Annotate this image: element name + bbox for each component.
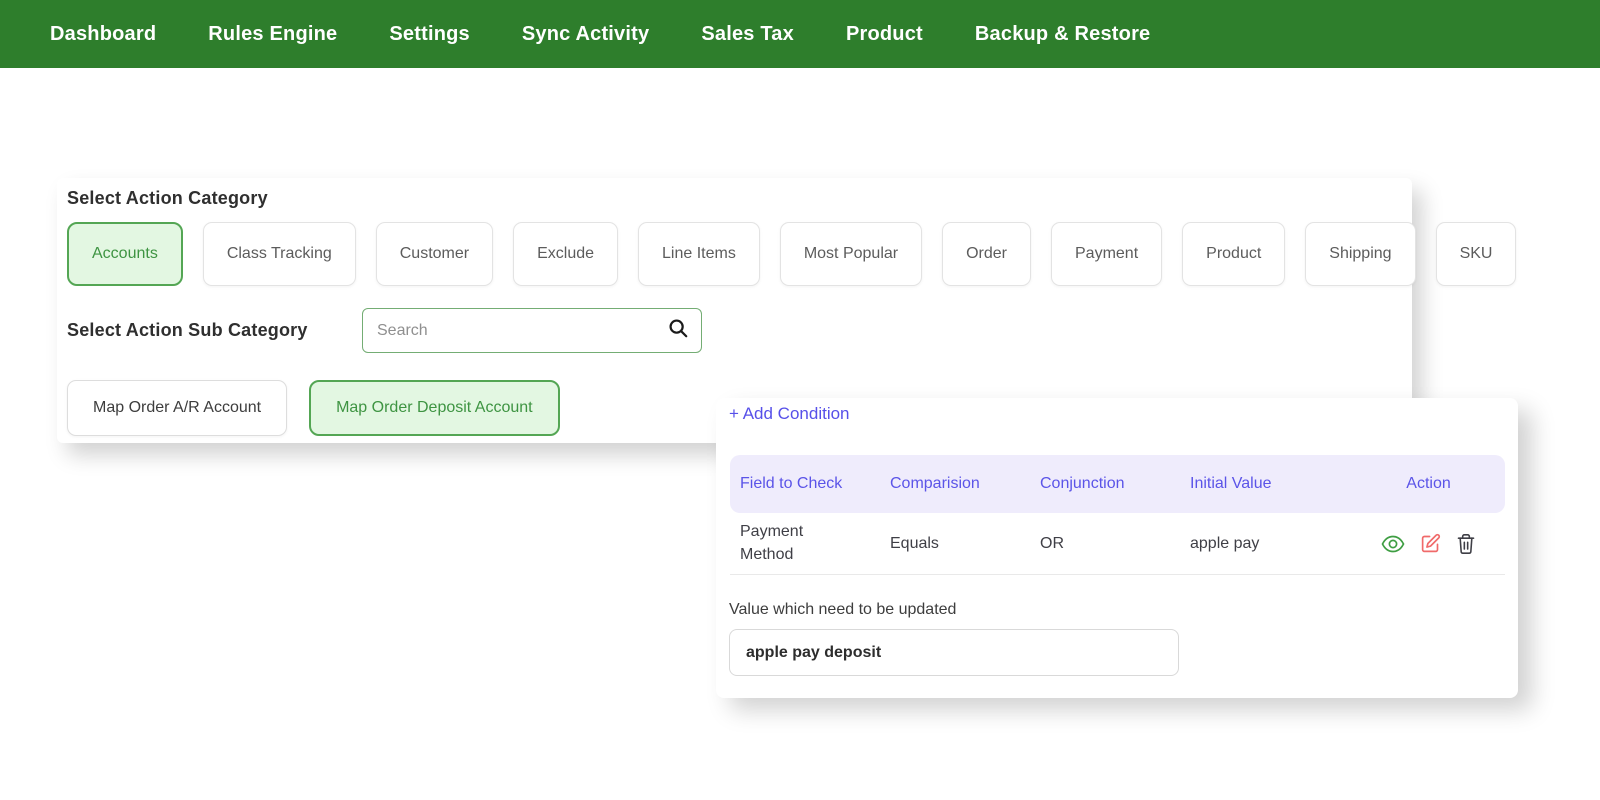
value-to-update-input[interactable]	[729, 629, 1179, 676]
header-initial-value: Initial Value	[1190, 475, 1272, 492]
search-input[interactable]	[377, 321, 667, 340]
nav-item-sales-tax[interactable]: Sales Tax	[701, 23, 794, 46]
cell-initial-value: apple pay	[1190, 534, 1260, 552]
action-category-title: Select Action Category	[67, 188, 268, 208]
action-category-chip-row: Accounts Class Tracking Customer Exclude…	[67, 222, 1517, 286]
conditions-table-header: Field to Check Comparision Conjunction I…	[730, 455, 1505, 513]
sub-category-title: Select Action Sub Category	[67, 320, 308, 340]
cell-comparision: Equals	[890, 534, 939, 552]
subcategory-chip-map-order-deposit-account[interactable]: Map Order Deposit Account	[309, 380, 560, 436]
category-chip-sku[interactable]: SKU	[1435, 222, 1517, 286]
cell-conjunction: OR	[1040, 534, 1064, 552]
subcategory-chip-map-order-ar-account[interactable]: Map Order A/R Account	[67, 380, 288, 436]
view-icon[interactable]	[1381, 535, 1405, 553]
delete-icon[interactable]	[1456, 533, 1476, 555]
header-comparision: Comparision	[890, 475, 980, 492]
category-chip-most-popular[interactable]: Most Popular	[779, 222, 923, 286]
edit-icon[interactable]	[1420, 533, 1441, 554]
category-chip-shipping[interactable]: Shipping	[1305, 222, 1416, 286]
nav-item-sync-activity[interactable]: Sync Activity	[522, 23, 649, 46]
row-action-icons	[1381, 533, 1476, 555]
header-conjunction: Conjunction	[1040, 475, 1125, 492]
top-navigation: Dashboard Rules Engine Settings Sync Act…	[0, 0, 1600, 68]
category-chip-product[interactable]: Product	[1182, 222, 1286, 286]
value-to-update-label: Value which need to be updated	[729, 601, 957, 618]
sub-category-chip-row: Map Order A/R Account Map Order Deposit …	[67, 380, 560, 436]
header-field-to-check: Field to Check	[740, 475, 843, 492]
category-chip-exclude[interactable]: Exclude	[513, 222, 619, 286]
conditions-panel: + Add Condition Field to Check Comparisi…	[716, 398, 1518, 698]
sub-category-search	[362, 308, 702, 353]
nav-item-rules-engine[interactable]: Rules Engine	[208, 23, 337, 46]
nav-item-settings[interactable]: Settings	[389, 23, 470, 46]
cell-field-to-check: Payment Method	[740, 523, 804, 563]
category-chip-order[interactable]: Order	[942, 222, 1031, 286]
category-chip-customer[interactable]: Customer	[375, 222, 494, 286]
category-chip-class-tracking[interactable]: Class Tracking	[202, 222, 356, 286]
condition-table-row: Payment Method Equals OR apple pay	[730, 513, 1505, 575]
nav-item-product[interactable]: Product	[846, 23, 923, 46]
category-chip-payment[interactable]: Payment	[1051, 222, 1163, 286]
search-icon[interactable]	[667, 317, 689, 344]
nav-item-backup-restore[interactable]: Backup & Restore	[975, 23, 1150, 46]
nav-item-dashboard[interactable]: Dashboard	[50, 23, 156, 46]
header-action: Action	[1406, 475, 1451, 492]
category-chip-accounts[interactable]: Accounts	[67, 222, 183, 286]
category-chip-line-items[interactable]: Line Items	[638, 222, 760, 286]
add-condition-button[interactable]: + Add Condition	[729, 404, 850, 424]
